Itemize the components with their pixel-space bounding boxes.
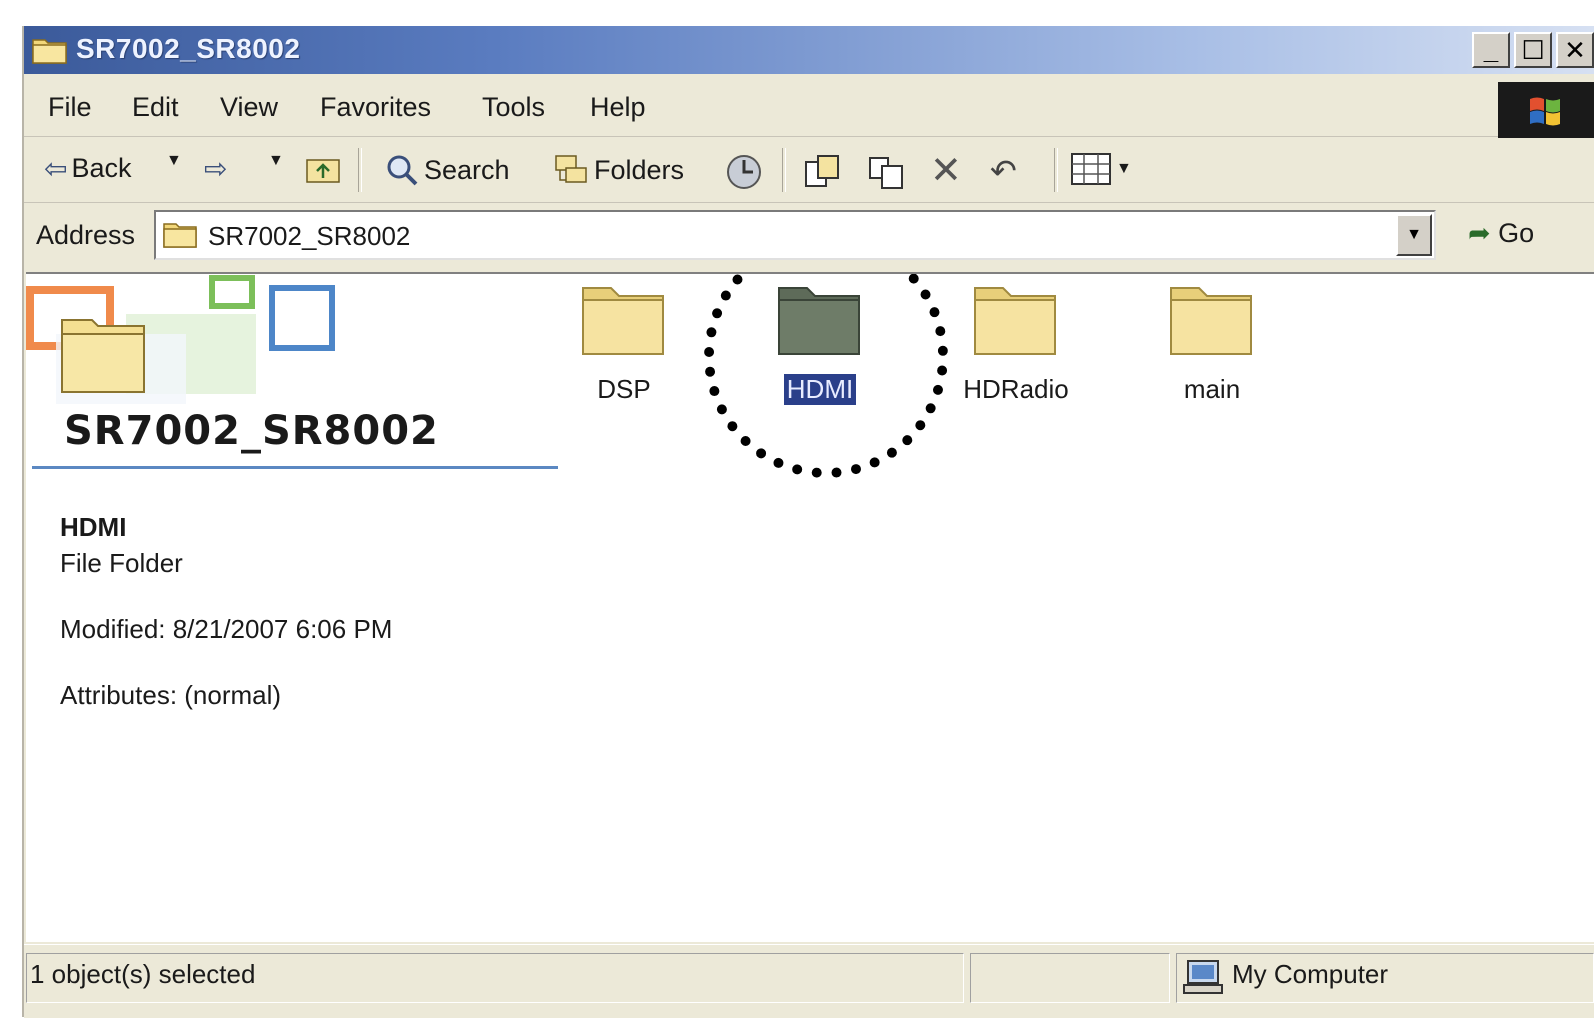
back-dropdown[interactable]: ▼	[166, 152, 182, 170]
forward-button[interactable]: ⇨	[204, 152, 227, 185]
search-icon	[387, 155, 418, 186]
folder-icon	[32, 39, 67, 64]
status-bar: 1 object(s) selected My Computer	[24, 944, 1594, 1018]
history-button[interactable]	[724, 152, 764, 192]
folder-label: main	[1183, 374, 1241, 404]
move-to-button[interactable]	[802, 152, 842, 192]
folder-title: SR7002_SR8002	[64, 408, 439, 454]
menu-favorites[interactable]: Favorites	[320, 92, 431, 123]
dropdown-arrow-icon: ▼	[166, 152, 182, 169]
search-label: Search	[424, 154, 510, 185]
folder-item-dsp[interactable]: DSP	[554, 282, 694, 405]
menu-file[interactable]: File	[48, 92, 92, 123]
minimize-button[interactable]: _	[1472, 32, 1510, 68]
toolbar: ⇦ Back ▼ ⇨ ▼ Search Folders ✕ ↶ ▼	[24, 138, 1594, 203]
address-bar: Address SR7002_SR8002 ▼ ➦ Go	[24, 204, 1594, 268]
go-arrow-icon: ➦	[1468, 218, 1491, 248]
copy-to-icon	[869, 157, 903, 189]
folders-label: Folders	[594, 154, 685, 185]
close-button[interactable]: ✕	[1556, 32, 1594, 68]
status-selection-text: 1 object(s) selected	[30, 959, 256, 989]
dropdown-arrow-icon: ▼	[1406, 226, 1422, 243]
address-dropdown-button[interactable]: ▼	[1396, 214, 1432, 256]
address-value: SR7002_SR8002	[208, 221, 411, 251]
folder-label: DSP	[597, 374, 651, 404]
search-button[interactable]: Search	[384, 152, 510, 188]
up-folder-icon	[306, 159, 340, 183]
forward-arrow-icon: ⇨	[204, 153, 228, 184]
status-location-text: My Computer	[1232, 959, 1389, 989]
go-button[interactable]: ➦ Go	[1468, 218, 1534, 249]
address-input[interactable]: SR7002_SR8002 ▼	[154, 210, 1436, 260]
history-icon	[727, 155, 761, 189]
selected-item-modified: Modified: 8/21/2007 6:06 PM	[60, 614, 393, 644]
delete-button[interactable]: ✕	[930, 152, 962, 190]
folder-icon	[163, 223, 197, 248]
back-arrow-icon: ⇦	[44, 153, 68, 184]
undo-icon: ↶	[990, 153, 1017, 189]
up-folder-button[interactable]	[304, 152, 342, 186]
views-icon	[1071, 153, 1111, 185]
folder-item-hdradio[interactable]: HDRadio	[946, 282, 1086, 405]
menu-edit[interactable]: Edit	[132, 92, 179, 123]
title-bar[interactable]: SR7002_SR8002 _ ☐ ✕	[24, 26, 1594, 74]
selected-item-name: HDMI	[60, 512, 127, 542]
folder-icon	[974, 287, 1056, 355]
title-divider	[32, 466, 558, 469]
menu-help[interactable]: Help	[590, 92, 646, 123]
highlight-annotation-circle	[704, 274, 948, 478]
menu-view[interactable]: View	[220, 92, 278, 123]
go-label: Go	[1498, 218, 1535, 248]
dropdown-arrow-icon: ▼	[268, 152, 284, 169]
back-button[interactable]: ⇦ Back	[44, 152, 132, 185]
folder-item-main[interactable]: main	[1142, 282, 1282, 405]
window-title: SR7002_SR8002	[76, 33, 301, 64]
status-pane-empty	[970, 953, 1170, 1003]
folders-icon	[555, 155, 587, 183]
delete-x-icon: ✕	[930, 150, 962, 192]
menu-bar: File Edit View Favorites Tools Help	[24, 74, 1594, 137]
explorer-window: SR7002_SR8002 _ ☐ ✕ File Edit View Favor…	[22, 26, 1594, 1018]
folder-icon	[1170, 287, 1252, 355]
dropdown-arrow-icon: ▼	[1116, 160, 1132, 177]
address-label: Address	[36, 220, 136, 250]
windows-logo-icon	[1498, 82, 1594, 138]
selected-item-type: File Folder	[60, 548, 183, 578]
selected-item-attributes: Attributes: (normal)	[60, 680, 282, 710]
folder-label: HDRadio	[963, 374, 1069, 404]
my-computer-icon	[1183, 960, 1223, 994]
views-button[interactable]: ▼	[1070, 152, 1132, 186]
maximize-button[interactable]: ☐	[1514, 32, 1552, 68]
back-label: Back	[71, 153, 132, 183]
undo-button[interactable]: ↶	[990, 152, 1017, 190]
folders-button[interactable]: Folders	[552, 152, 684, 188]
menu-tools[interactable]: Tools	[482, 92, 545, 123]
copy-to-button[interactable]	[866, 152, 906, 192]
folder-content: SR7002_SR8002 HDMI File Folder Modified:…	[26, 272, 1594, 942]
forward-dropdown[interactable]: ▼	[268, 152, 284, 170]
move-to-icon	[805, 155, 839, 187]
folder-icon	[582, 287, 664, 355]
